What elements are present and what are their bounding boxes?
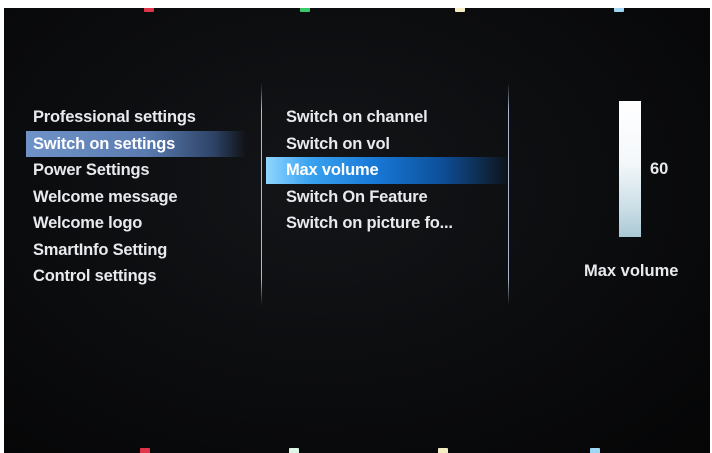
menu-item-welcome-logo[interactable]: Welcome logo <box>26 210 246 237</box>
menu-item-max-volume[interactable]: Max volume <box>266 157 511 184</box>
menu-item-switch-on-channel[interactable]: Switch on channel <box>266 104 511 131</box>
menu-item-switch-on-picture-format[interactable]: Switch on picture fo... <box>266 210 511 237</box>
slider-label: Max volume <box>584 262 679 280</box>
menu-item-smartinfo-setting[interactable]: SmartInfo Setting <box>26 237 246 264</box>
menu-item-switch-on-vol[interactable]: Switch on vol <box>266 131 511 158</box>
yellow-key-indicator-top <box>455 8 465 12</box>
yellow-key-indicator <box>438 448 448 453</box>
column-divider <box>508 83 509 305</box>
slider-fill <box>619 101 641 237</box>
settings-category-menu: Professional settings Switch on settings… <box>26 104 246 290</box>
blue-key-indicator-top <box>614 8 624 12</box>
menu-item-switch-on-settings[interactable]: Switch on settings <box>26 130 246 157</box>
menu-item-welcome-message[interactable]: Welcome message <box>26 184 246 211</box>
red-key-indicator-top <box>144 8 154 12</box>
max-volume-slider[interactable] <box>619 101 641 237</box>
tv-screen: Professional settings Switch on settings… <box>4 8 710 453</box>
menu-item-professional-settings[interactable]: Professional settings <box>26 104 246 131</box>
column-divider <box>261 83 262 305</box>
blue-key-indicator <box>590 448 600 453</box>
menu-item-switch-on-feature[interactable]: Switch On Feature <box>266 184 511 211</box>
red-key-indicator <box>140 448 150 453</box>
menu-item-power-settings[interactable]: Power Settings <box>26 157 246 184</box>
green-key-indicator <box>289 448 299 453</box>
slider-value: 60 <box>650 160 669 178</box>
menu-item-control-settings[interactable]: Control settings <box>26 263 246 290</box>
switch-on-submenu: Switch on channel Switch on vol Max volu… <box>266 104 511 237</box>
green-key-indicator-top <box>300 8 310 12</box>
